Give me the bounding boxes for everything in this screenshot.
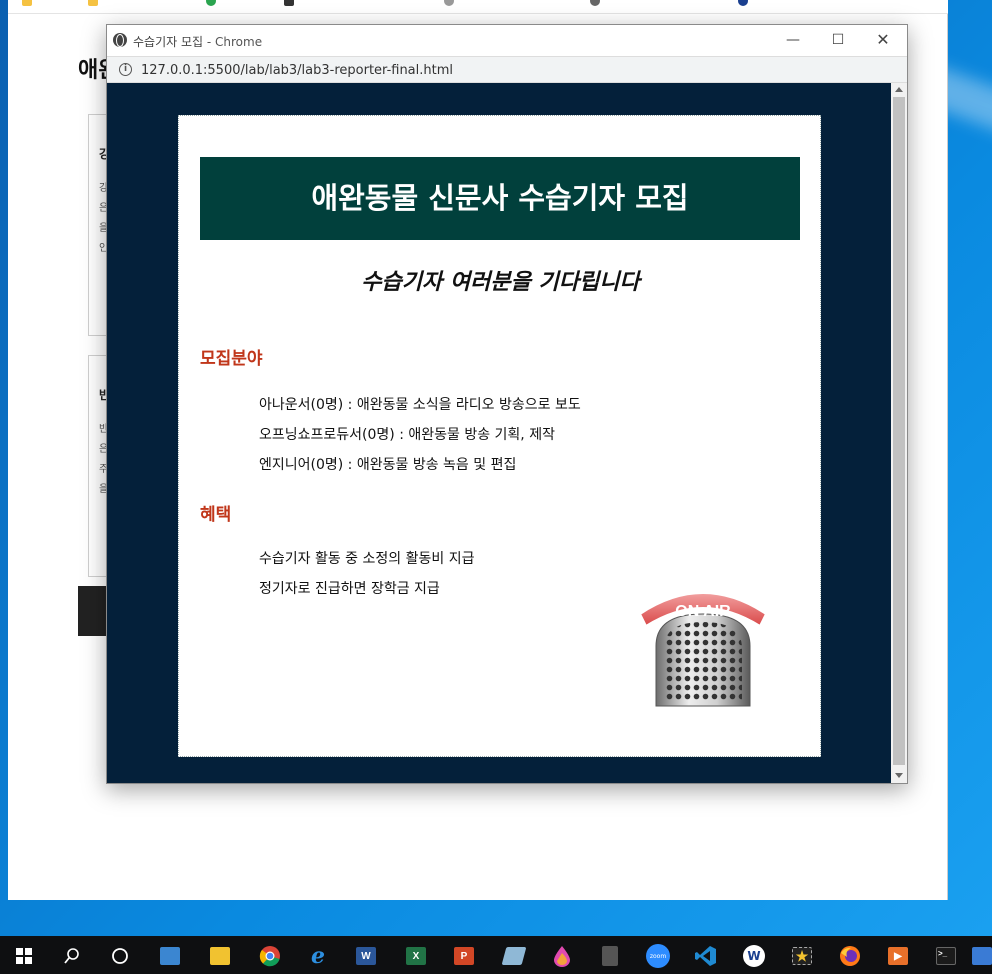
window-title-page: 수습기자 모집 bbox=[133, 35, 204, 49]
bookmark-folder-icon[interactable] bbox=[22, 0, 32, 6]
vscode-icon[interactable] bbox=[690, 940, 722, 972]
contacts-icon[interactable] bbox=[154, 940, 186, 972]
address-bar[interactable]: i 127.0.0.1:5500/lab/lab3/lab3-reporter-… bbox=[107, 56, 907, 83]
bookmark-folder-icon[interactable] bbox=[88, 0, 98, 6]
bookmark-site-icon[interactable] bbox=[206, 0, 216, 6]
list-item: 정기자로 진급하면 장학금 지급 bbox=[259, 581, 440, 597]
bookmark-site-icon[interactable] bbox=[590, 0, 600, 6]
maximize-button[interactable]: ☐ bbox=[816, 29, 860, 51]
edge-icon[interactable]: e bbox=[302, 940, 334, 972]
word-icon[interactable]: W bbox=[350, 940, 382, 972]
task-view-icon[interactable] bbox=[104, 940, 136, 972]
window-titlebar[interactable]: 수습기자 모집 - Chrome — ☐ ✕ bbox=[107, 25, 907, 56]
list-item: 엔지니어(0명) : 애완동물 방송 녹음 및 편집 bbox=[259, 457, 517, 473]
minimize-button[interactable]: — bbox=[771, 29, 815, 51]
list-item: 오프닝쇼프로듀서(0명) : 애완동물 방송 기획, 제작 bbox=[259, 427, 555, 443]
word-label: W bbox=[356, 947, 376, 965]
popup-chrome-window[interactable]: 수습기자 모집 - Chrome — ☐ ✕ i 127.0.0.1:5500/… bbox=[106, 24, 908, 784]
list-item: 수습기자 활동 중 소정의 활동비 지급 bbox=[259, 551, 475, 567]
page-subtitle: 수습기자 여러분을 기다립니다 bbox=[361, 270, 640, 295]
window-title-app: - Chrome bbox=[203, 35, 263, 49]
chrome-icon[interactable] bbox=[254, 940, 286, 972]
bookmark-site-icon[interactable] bbox=[738, 0, 748, 6]
app-partial-icon[interactable] bbox=[972, 940, 992, 972]
page-content-card: 애완동물 신문사 수습기자 모집 수습기자 여러분을 기다립니다 모집분야 아나… bbox=[178, 115, 821, 757]
windows-start-icon[interactable] bbox=[8, 940, 40, 972]
on-air-microphone-image: ON AIR bbox=[638, 592, 768, 707]
firefox-icon[interactable] bbox=[834, 940, 866, 972]
vertical-scrollbar[interactable] bbox=[891, 83, 907, 783]
scroll-thumb[interactable] bbox=[893, 97, 905, 765]
close-button[interactable]: ✕ bbox=[861, 29, 905, 51]
taskbar: e W X P zoom W ★ ▶ >_ bbox=[0, 936, 992, 974]
section-heading-fields: 모집분야 bbox=[200, 349, 263, 369]
window-title: 수습기자 모집 - Chrome bbox=[133, 33, 262, 50]
notepad-icon[interactable] bbox=[498, 940, 530, 972]
zoom-icon[interactable]: zoom bbox=[642, 940, 674, 972]
powerpoint-icon[interactable]: P bbox=[448, 940, 480, 972]
section-heading-benefits: 혜택 bbox=[200, 505, 232, 525]
media-player-icon[interactable]: ▶ bbox=[882, 940, 914, 972]
photo-star-icon[interactable]: ★ bbox=[786, 940, 818, 972]
paint-icon[interactable] bbox=[546, 940, 578, 972]
powerpoint-label: P bbox=[454, 947, 474, 965]
page-banner-title: 애완동물 신문사 수습기자 모집 bbox=[200, 157, 800, 240]
url-text[interactable]: 127.0.0.1:5500/lab/lab3/lab3-reporter-fi… bbox=[141, 63, 453, 78]
scroll-down-arrow-icon[interactable] bbox=[895, 773, 903, 778]
globe-icon bbox=[113, 33, 127, 47]
bookmark-site-icon[interactable] bbox=[444, 0, 454, 6]
benefits-list: 수습기자 활동 중 소정의 활동비 지급 정기자로 진급하면 장학금 지급 bbox=[259, 544, 474, 604]
page-viewport: 애완동물 신문사 수습기자 모집 수습기자 여러분을 기다립니다 모집분야 아나… bbox=[107, 83, 891, 783]
calculator-icon[interactable] bbox=[594, 940, 626, 972]
fields-list: 아나운서(0명) : 애완동물 소식을 라디오 방송으로 보도 오프닝쇼프로듀서… bbox=[259, 390, 581, 480]
on-air-label: ON AIR bbox=[675, 603, 731, 620]
excel-label: X bbox=[406, 947, 426, 965]
excel-icon[interactable]: X bbox=[400, 940, 432, 972]
app-w-icon[interactable]: W bbox=[738, 940, 770, 972]
scroll-up-arrow-icon[interactable] bbox=[895, 87, 903, 92]
list-item: 아나운서(0명) : 애완동물 소식을 라디오 방송으로 보도 bbox=[259, 397, 581, 413]
file-explorer-icon[interactable] bbox=[204, 940, 236, 972]
svg-text:e: e bbox=[311, 945, 325, 967]
bookmark-site-icon[interactable] bbox=[284, 0, 294, 6]
terminal-icon[interactable]: >_ bbox=[930, 940, 962, 972]
info-icon[interactable]: i bbox=[119, 63, 132, 76]
background-bookmarks-bar bbox=[8, 0, 948, 14]
search-icon[interactable] bbox=[56, 940, 88, 972]
zoom-label: zoom bbox=[646, 944, 670, 968]
